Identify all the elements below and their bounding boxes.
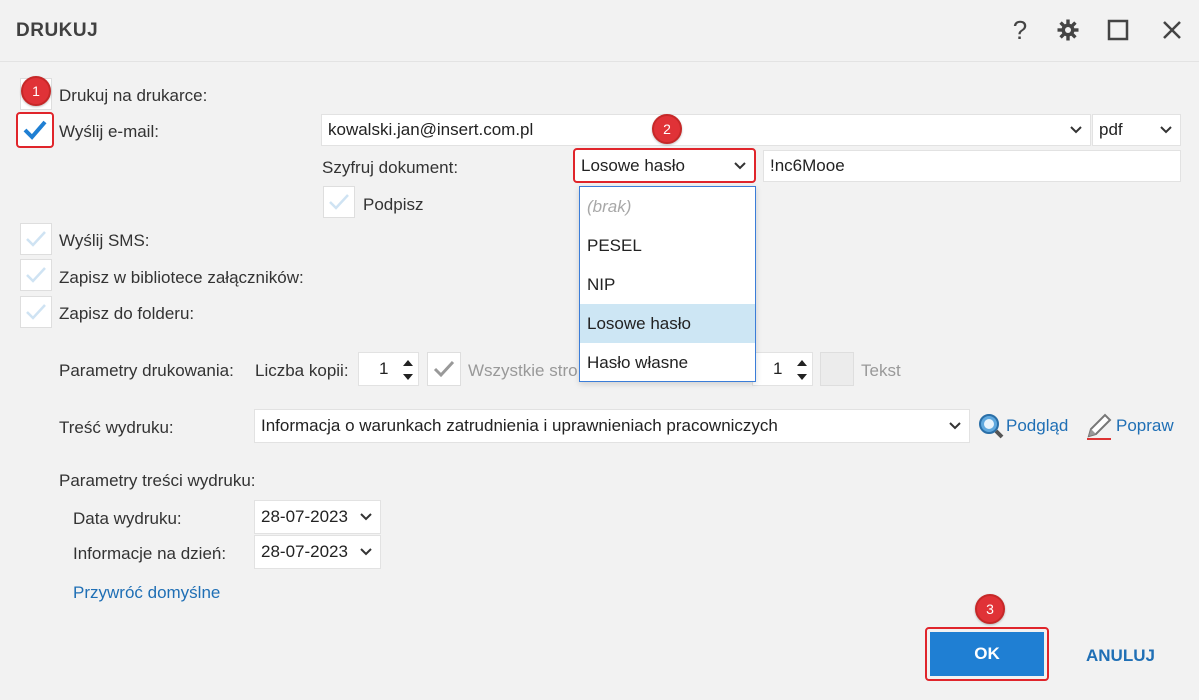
- content-params-label: Parametry treści wydruku:: [59, 471, 256, 490]
- info-date-label: Informacje na dzień:: [73, 544, 227, 563]
- chevron-down-icon: [360, 513, 372, 521]
- step-badge-3: 3: [975, 594, 1005, 624]
- save-folder-label: Zapisz do folderu:: [59, 304, 195, 323]
- ok-button[interactable]: OK: [930, 632, 1044, 676]
- stepper-arrows-icon: [796, 356, 808, 384]
- all-pages-label: Wszystkie stro: [468, 361, 578, 380]
- encrypt-select[interactable]: Losowe hasło: [573, 148, 756, 183]
- pages-stepper[interactable]: 1: [752, 352, 813, 386]
- maximize-icon[interactable]: [1100, 12, 1136, 48]
- all-pages-checkbox[interactable]: [427, 352, 461, 386]
- chevron-down-icon: [734, 161, 746, 169]
- save-library-label: Zapisz w bibliotece załączników:: [59, 268, 304, 287]
- encrypt-label: Szyfruj dokument:: [322, 158, 459, 177]
- fix-button[interactable]: Popraw: [1085, 412, 1174, 440]
- text-checkbox[interactable]: [820, 352, 854, 386]
- close-icon[interactable]: [1154, 12, 1190, 48]
- print-date-label: Data wydruku:: [73, 509, 182, 528]
- save-library-checkbox[interactable]: [20, 259, 52, 291]
- print-params-label: Parametry drukowania:: [59, 361, 234, 380]
- content-select[interactable]: Informacja o warunkach zatrudnienia i up…: [254, 409, 970, 443]
- checkmark-icon: [26, 304, 46, 320]
- send-sms-label: Wyślij SMS:: [59, 231, 150, 250]
- settings-gear-icon[interactable]: [1050, 12, 1086, 48]
- preview-button[interactable]: Podgląd: [977, 412, 1068, 439]
- checkmark-icon: [329, 194, 349, 210]
- step-badge-1: 1: [21, 76, 51, 106]
- encrypt-dropdown-list: (brak) PESEL NIP Losowe hasło Hasło włas…: [579, 186, 756, 382]
- checkmark-icon: [23, 120, 47, 140]
- dropdown-option-nip[interactable]: NIP: [580, 265, 755, 304]
- cancel-button[interactable]: ANULUJ: [1086, 646, 1155, 666]
- send-email-checkbox[interactable]: [16, 112, 54, 148]
- copies-label: Liczba kopii:: [255, 361, 349, 380]
- sign-label: Podpisz: [363, 195, 424, 214]
- info-date-picker[interactable]: 28-07-2023: [254, 535, 381, 569]
- checkmark-icon: [26, 267, 46, 283]
- chevron-down-icon: [1070, 126, 1082, 134]
- ok-button-highlight: OK: [925, 627, 1049, 681]
- help-icon[interactable]: ?: [1002, 12, 1038, 48]
- dropdown-option-pesel[interactable]: PESEL: [580, 226, 755, 265]
- copies-stepper[interactable]: 1: [358, 352, 419, 386]
- magnifier-icon: [979, 414, 1004, 439]
- checkmark-icon: [26, 231, 46, 247]
- content-label: Treść wydruku:: [59, 418, 174, 437]
- send-sms-checkbox[interactable]: [20, 223, 52, 255]
- window-title: DRUKUJ: [16, 20, 99, 41]
- password-field[interactable]: !nc6Mooe: [763, 150, 1181, 182]
- chevron-down-icon: [1160, 126, 1172, 134]
- checkmark-icon: [433, 360, 455, 378]
- chevron-down-icon: [949, 422, 961, 430]
- sign-checkbox[interactable]: [323, 186, 355, 218]
- print-date-picker[interactable]: 28-07-2023: [254, 500, 381, 534]
- chevron-down-icon: [360, 548, 372, 556]
- dropdown-option-own-password[interactable]: Hasło własne: [580, 343, 755, 382]
- email-format-select[interactable]: pdf: [1092, 114, 1181, 146]
- dropdown-option-random-password[interactable]: Losowe hasło: [580, 304, 755, 343]
- email-recipient-select[interactable]: kowalski.jan@insert.com.pl: [321, 114, 1091, 146]
- restore-defaults-link[interactable]: Przywróć domyślne: [73, 583, 220, 603]
- stepper-arrows-icon: [402, 356, 414, 384]
- send-email-label: Wyślij e-mail:: [59, 122, 159, 141]
- save-folder-checkbox[interactable]: [20, 296, 52, 328]
- text-label: Tekst: [861, 361, 901, 380]
- print-printer-label: Drukuj na drukarce:: [59, 86, 208, 105]
- pencil-icon: [1087, 413, 1112, 440]
- step-badge-2: 2: [652, 114, 682, 144]
- dropdown-option-none[interactable]: (brak): [580, 187, 755, 226]
